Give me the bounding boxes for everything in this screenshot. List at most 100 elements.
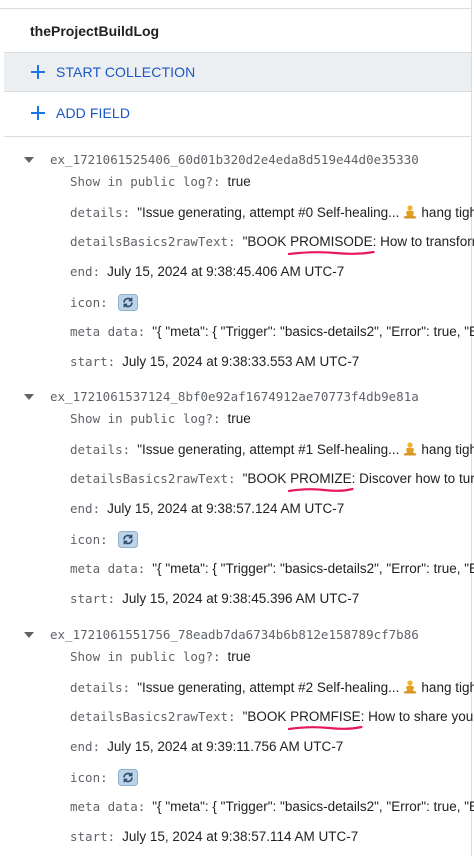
field-value: "BOOK PROMFISE: How to share your uniq [242,709,474,731]
person-meditating-icon [403,442,417,456]
field-meta-data[interactable]: meta data: "{ "meta": { "Trigger": "basic… [70,561,474,576]
raw-text-prefix: "BOOK [242,234,291,249]
chevron-down-icon [24,393,34,400]
highlighted-word: PROMISODE [288,234,375,256]
field-details[interactable]: details: "Issue generating, attempt #0 Se… [70,204,474,221]
add-field-label: ADD FIELD [56,105,131,121]
highlighted-word-text: PROMIZE [290,471,352,486]
field-key: meta data: [70,561,146,576]
field-show-in-public-log[interactable]: Show in public log?: true [70,174,251,189]
document-id: ex_1721061537124_8bf0e92af1674912ae70773… [50,389,419,404]
start-collection-label: START COLLECTION [56,64,196,80]
field-icon[interactable]: icon: [70,531,141,548]
person-meditating-icon [403,205,417,219]
sync-icon [117,294,138,311]
field-icon[interactable]: icon: [70,294,141,311]
field-key: end: [70,501,101,516]
raw-text-prefix: "BOOK [242,709,291,724]
field-icon[interactable]: icon: [70,769,141,786]
highlighted-word-text: PROMFISE [290,709,361,724]
field-key: detailsBasics2rawText: [70,709,236,724]
field-key: icon: [70,295,108,310]
field-meta-data[interactable]: meta data: "{ "meta": { "Trigger": "basic… [70,799,474,814]
field-key: meta data: [70,324,146,339]
field-value: "{ "meta": { "Trigger": "basics-details2… [152,561,474,576]
field-value: "BOOK PROMISODE: How to transform you [242,234,474,256]
document-row[interactable]: ex_1721061537124_8bf0e92af1674912ae70773… [24,389,419,404]
document-id: ex_1721061525406_60d01b320d2e4eda8d519e4… [50,152,419,167]
field-value: "{ "meta": { "Trigger": "basics-details2… [152,799,474,814]
field-value: July 15, 2024 at 9:38:45.406 AM UTC-7 [107,264,345,279]
field-value: true [227,649,251,664]
document-row[interactable]: ex_1721061551756_78eadb7da6734b6b812e158… [24,627,419,642]
start-collection-button[interactable]: START COLLECTION [30,64,195,80]
field-key: end: [70,739,101,754]
field-show-in-public-log[interactable]: Show in public log?: true [70,649,251,664]
firestore-document-panel: theProjectBuildLog START COLLECTION ADD … [0,0,474,856]
field-meta-data[interactable]: meta data: "{ "meta": { "Trigger": "basic… [70,324,474,339]
field-value: "{ "meta": { "Trigger": "basics-details2… [152,324,474,339]
document-id: ex_1721061551756_78eadb7da6734b6b812e158… [50,627,419,642]
field-value: "Issue generating, attempt #0 Self-heali… [137,204,474,220]
person-meditating-icon [403,680,417,694]
field-value: July 15, 2024 at 9:39:11.756 AM UTC-7 [107,739,344,754]
field-key: start: [70,354,116,369]
chevron-down-icon [24,631,34,638]
details-text-end: hang tight!" [421,442,474,457]
field-details-basics2-raw-text[interactable]: detailsBasics2rawText: "BOOK PROMISODE: H… [70,234,474,256]
field-key: icon: [70,532,108,547]
raw-text-suffix: : Discover how to turn you [351,471,474,486]
field-show-in-public-log[interactable]: Show in public log?: true [70,411,251,426]
details-text: "Issue generating, attempt #0 Self-heali… [137,205,400,220]
details-text-end: hang tight!" [421,205,474,220]
field-key: details: [70,679,131,695]
panel-divider [471,0,472,856]
field-value: true [227,174,251,189]
collection-title: theProjectBuildLog [30,23,160,39]
annotation-underline [288,250,375,256]
field-end[interactable]: end: July 15, 2024 at 9:39:11.756 AM UTC-… [70,739,343,754]
field-value: true [227,411,251,426]
add-field-button[interactable]: ADD FIELD [30,105,130,121]
field-end[interactable]: end: July 15, 2024 at 9:38:45.406 AM UTC-… [70,264,344,279]
highlighted-word: PROMIZE [288,471,354,493]
annotation-underline [288,487,354,493]
field-value [115,531,141,548]
field-details[interactable]: details: "Issue generating, attempt #2 Se… [70,679,474,696]
field-value: "Issue generating, attempt #1 Self-heali… [137,441,474,457]
field-details[interactable]: details: "Issue generating, attempt #1 Se… [70,441,474,458]
field-start[interactable]: start: July 15, 2024 at 9:38:45.396 AM UT… [70,591,359,606]
raw-text-suffix: : How to transform you [372,234,474,249]
field-start[interactable]: start: July 15, 2024 at 9:38:33.553 AM UT… [70,354,359,369]
collection-header: theProjectBuildLog [0,8,471,52]
highlighted-word-text: PROMISODE [290,234,373,249]
field-details-basics2-raw-text[interactable]: detailsBasics2rawText: "BOOK PROMFISE: Ho… [70,709,474,731]
field-value: July 15, 2024 at 9:38:57.114 AM UTC-7 [122,829,359,844]
details-text: "Issue generating, attempt #1 Self-heali… [137,442,400,457]
field-key: start: [70,591,116,606]
field-value [115,294,141,311]
field-key: end: [70,264,101,279]
plus-icon [31,106,45,120]
document-row[interactable]: ex_1721061525406_60d01b320d2e4eda8d519e4… [24,152,419,167]
field-key: icon: [70,770,108,785]
field-key: meta data: [70,799,146,814]
field-details-basics2-raw-text[interactable]: detailsBasics2rawText: "BOOK PROMIZE: Dis… [70,471,474,493]
annotation-underline [288,725,363,731]
field-value: July 15, 2024 at 9:38:33.553 AM UTC-7 [122,354,360,369]
field-key: Show in public log?: [70,174,221,189]
sync-icon [117,769,138,786]
field-start[interactable]: start: July 15, 2024 at 9:38:57.114 AM UT… [70,829,358,844]
field-end[interactable]: end: July 15, 2024 at 9:38:57.124 AM UTC-… [70,501,344,516]
details-text-end: hang tight!" [421,680,474,695]
field-key: detailsBasics2rawText: [70,471,236,486]
field-key: detailsBasics2rawText: [70,234,236,249]
plus-icon [31,65,45,79]
start-collection-row[interactable]: START COLLECTION [4,52,471,92]
field-key: details: [70,441,131,457]
field-key: Show in public log?: [70,411,221,426]
field-value [115,769,141,786]
divider [4,136,471,137]
raw-text-suffix: : How to share your uniq [360,709,474,724]
field-value: July 15, 2024 at 9:38:45.396 AM UTC-7 [122,591,360,606]
